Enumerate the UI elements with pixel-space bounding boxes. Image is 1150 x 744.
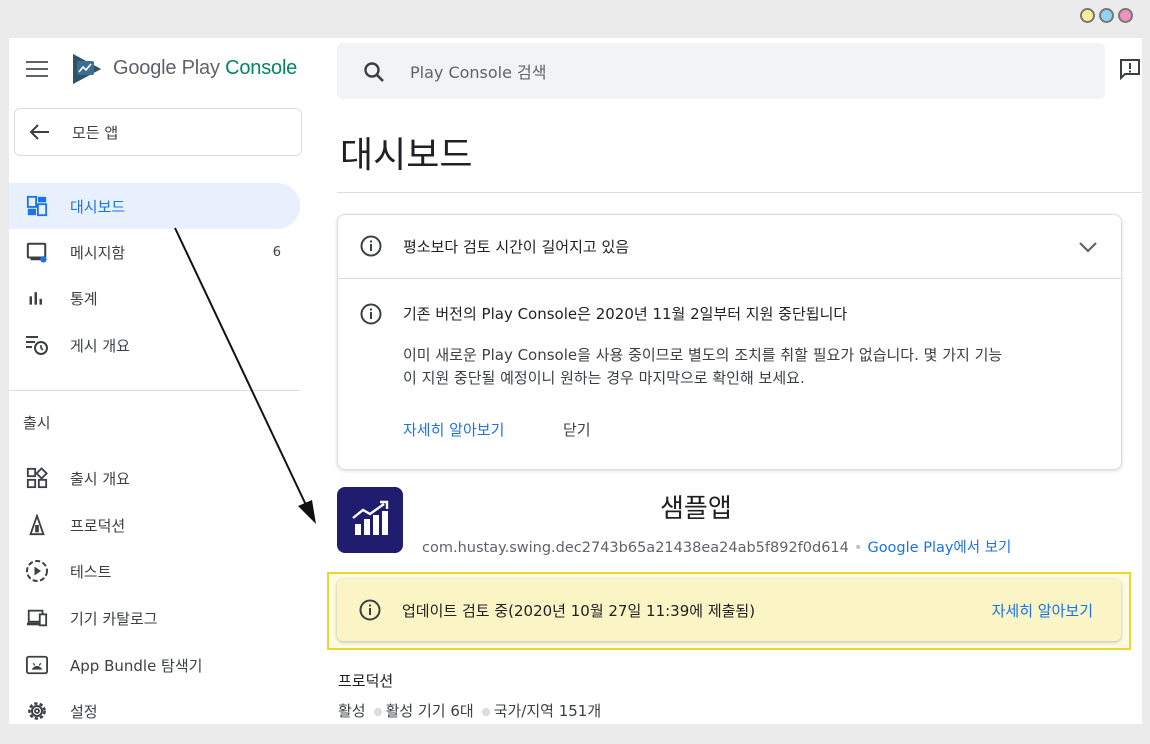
feedback-icon[interactable] [1119, 58, 1141, 80]
info-icon [360, 235, 382, 257]
device-catalog-icon [25, 606, 49, 630]
main-content: Play Console 검색 대시보드 평소보다 검토 시간이 길어지고 있음 [327, 38, 1142, 724]
inbox-count-badge: 6 [272, 244, 281, 260]
sidebar-item-label: 기기 카탈로그 [70, 609, 158, 628]
notice-message-line-1: 이미 새로운 Play Console을 사용 중이므로 별도의 조치를 취할 … [403, 346, 1003, 364]
settings-gear-icon [25, 699, 49, 723]
traffic-light-blue[interactable] [1099, 8, 1114, 23]
info-icon [359, 599, 381, 621]
dashboard-icon [25, 194, 49, 218]
notice-header-text: 평소보다 검토 시간이 길어지고 있음 [403, 238, 630, 256]
notice-message-line-2: 이 지원 중단될 예정이니 원하는 경우 마지막으로 확인해 보세요. [403, 369, 805, 387]
update-learn-more-link[interactable]: 자세히 알아보기 [992, 600, 1093, 621]
bar-chart-icon [25, 286, 49, 310]
sidebar-item-app-bundle-explorer[interactable]: App Bundle 탐색기 [9, 642, 300, 688]
sidebar-item-label: 설정 [70, 702, 98, 721]
production-icon [25, 513, 49, 537]
separator-dot: • [853, 540, 863, 556]
production-status-line: 활성 활성 기기 6대 국가/지역 151개 [338, 700, 601, 721]
sidebar-item-label: 통계 [70, 289, 98, 308]
release-overview-icon [25, 466, 49, 490]
countries-regions: 국가/지역 151개 [493, 702, 602, 720]
growth-chart-icon [352, 500, 389, 535]
sidebar-item-label: 테스트 [70, 562, 112, 581]
traffic-light-pink[interactable] [1118, 8, 1133, 23]
sidebar-item-label: App Bundle 탐색기 [70, 656, 203, 675]
notice-learn-more-link[interactable]: 자세히 알아보기 [403, 419, 504, 440]
sidebar-item-label: 게시 개요 [70, 336, 130, 355]
notice-card: 평소보다 검토 시간이 길어지고 있음 기존 버전의 Play Console은… [337, 214, 1122, 470]
all-apps-label: 모든 앱 [72, 123, 119, 142]
update-review-card: 업데이트 검토 중(2020년 10월 27일 11:39에 제출됨) 자세히 … [337, 579, 1121, 641]
brand-bar: Google Play Console [9, 38, 309, 100]
separator-dot [373, 707, 382, 716]
notice-header[interactable]: 평소보다 검토 시간이 길어지고 있음 [338, 215, 1121, 279]
sidebar-item-inbox[interactable]: 메시지함 6 [9, 229, 300, 275]
arrow-back-icon [29, 124, 49, 140]
logo-text: Google Play Console [113, 57, 298, 79]
window-controls [1080, 8, 1133, 23]
hamburger-menu-icon[interactable] [26, 60, 48, 78]
inbox-icon [25, 240, 49, 264]
production-section-title: 프로덕션 [338, 672, 394, 690]
sidebar-item-dashboard[interactable]: 대시보드 [9, 183, 300, 229]
sidebar: Google Play Console 모든 앱 대시보드 메시지함 6 통계 … [9, 38, 309, 724]
all-apps-button[interactable]: 모든 앱 [14, 108, 302, 156]
sidebar-item-publishing-overview[interactable]: 게시 개요 [9, 322, 300, 368]
notice-title: 기존 버전의 Play Console은 2020년 11월 2일부터 지원 중… [403, 305, 848, 323]
sidebar-item-label: 프로덕션 [70, 516, 126, 535]
title-divider [337, 192, 1142, 193]
sidebar-item-label: 출시 개요 [70, 469, 130, 488]
notice-dismiss-button[interactable]: 닫기 [563, 419, 591, 440]
app-package-line: com.hustay.swing.dec2743b65a21438ea24ab5… [422, 536, 1011, 557]
production-status: 활성 [338, 702, 366, 720]
sidebar-divider [9, 390, 300, 391]
page-title: 대시보드 [340, 135, 473, 176]
notice-message: 이미 새로운 Play Console을 사용 중이므로 별도의 조치를 취할 … [403, 344, 1103, 390]
app-name: 샘플앱 [660, 494, 732, 524]
update-review-text: 업데이트 검토 중(2020년 10월 27일 11:39에 제출됨) [402, 602, 756, 620]
traffic-light-yellow[interactable] [1080, 8, 1095, 23]
active-devices: 활성 기기 6대 [385, 702, 474, 720]
view-on-google-play-link[interactable]: Google Play에서 보기 [867, 540, 1011, 556]
sidebar-item-testing[interactable]: 테스트 [9, 548, 300, 594]
info-icon [360, 303, 382, 325]
testing-icon [25, 559, 49, 583]
chevron-down-icon[interactable] [1077, 237, 1099, 257]
sidebar-item-label: 대시보드 [70, 197, 126, 216]
sidebar-item-label: 메시지함 [70, 243, 126, 262]
app-window: Google Play Console 모든 앱 대시보드 메시지함 6 통계 … [9, 38, 1142, 724]
sidebar-item-device-catalog[interactable]: 기기 카탈로그 [9, 595, 300, 641]
search-icon [364, 62, 384, 82]
publishing-overview-icon [25, 333, 49, 357]
sidebar-item-release-overview[interactable]: 출시 개요 [9, 455, 300, 501]
play-console-logo-icon [73, 54, 101, 84]
sidebar-section-release: 출시 [23, 414, 51, 432]
separator-dot [481, 707, 490, 716]
sidebar-item-statistics[interactable]: 통계 [9, 275, 300, 321]
search-bar[interactable]: Play Console 검색 [337, 43, 1105, 99]
app-package-name: com.hustay.swing.dec2743b65a21438ea24ab5… [422, 540, 849, 556]
sidebar-item-production[interactable]: 프로덕션 [9, 502, 300, 548]
app-icon [337, 487, 403, 553]
sidebar-item-settings[interactable]: 설정 [9, 688, 300, 724]
search-input[interactable]: Play Console 검색 [410, 59, 547, 83]
android-icon [25, 653, 49, 677]
